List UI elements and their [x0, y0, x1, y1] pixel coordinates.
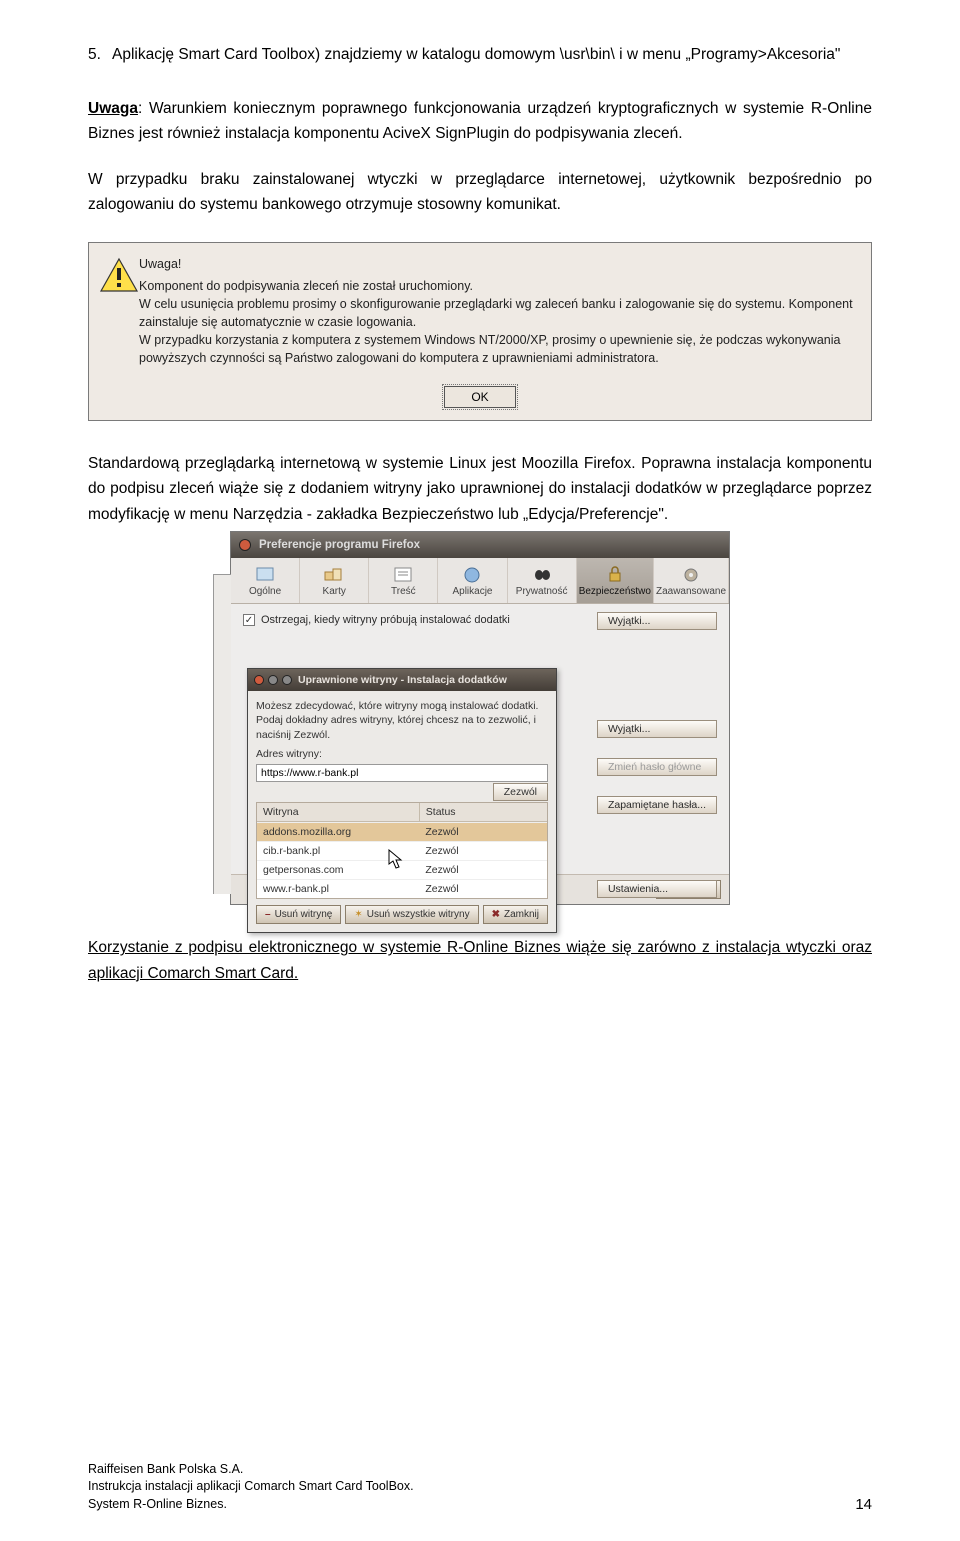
tab-label: Zaawansowane [656, 586, 726, 597]
window-close-icon[interactable] [254, 675, 264, 685]
change-password-button: Zmień hasło główne [597, 758, 717, 776]
item-text: Aplikację Smart Card Toolbox) znajdziemy… [112, 46, 840, 63]
item-number: 5. [88, 42, 112, 68]
privacy-icon [531, 564, 553, 584]
tab-label: Bezpieczeństwo [579, 586, 651, 597]
allowed-sites-title: Uprawnione witryny - Instalacja dodatków [298, 674, 507, 686]
prefs-title: Preferencje programu Firefox [259, 539, 420, 551]
button-label: Zamknij [504, 909, 539, 920]
plugin-missing-paragraph: W przypadku braku zainstalowanej wtyczki… [88, 167, 872, 218]
cursor-icon [388, 849, 404, 871]
minus-icon: – [265, 909, 271, 920]
tab-security[interactable]: Bezpieczeństwo [577, 558, 654, 603]
tab-label: Ogólne [249, 586, 281, 597]
saved-passwords-button[interactable]: Zapamiętane hasła... [597, 796, 717, 814]
window-close-icon[interactable] [239, 539, 251, 551]
exceptions-button[interactable]: Wyjątki... [597, 612, 717, 630]
remove-all-button[interactable]: ✶ Usuń wszystkie witryny [345, 905, 478, 924]
close-button[interactable]: ✖ Zamknij [483, 905, 548, 924]
uwaga-paragraph: Uwaga: Warunkiem koniecznym poprawnego f… [88, 96, 872, 147]
tab-label: Treść [391, 586, 416, 597]
warning-dialog: Uwaga! Komponent do podpisywania zleceń … [88, 242, 872, 421]
warn-install-label: Ostrzegaj, kiedy witryny próbują instalo… [261, 614, 510, 626]
prefs-titlebar: Preferencje programu Firefox [231, 532, 729, 558]
dialog-line: Komponent do podpisywania zleceń nie zos… [139, 277, 855, 295]
general-icon [254, 564, 276, 584]
table-row[interactable]: www.r-bank.plZezwól [257, 879, 547, 898]
warn-install-checkbox[interactable] [243, 614, 255, 626]
tab-applications[interactable]: Aplikacje [438, 558, 507, 603]
window-min-icon[interactable] [268, 675, 278, 685]
exceptions-button-2[interactable]: Wyjątki... [597, 720, 717, 738]
tab-label: Aplikacje [452, 586, 492, 597]
settings-button[interactable]: Ustawienia... [597, 880, 717, 898]
address-label: Adres witryny: [256, 748, 548, 760]
button-label: Usuń witrynę [275, 909, 333, 920]
tab-content[interactable]: Treść [369, 558, 438, 603]
allowed-sites-desc: Możesz zdecydować, które witryny mogą in… [256, 699, 548, 742]
cell-site: www.r-bank.pl [257, 880, 419, 898]
content-icon [392, 564, 414, 584]
lock-icon [604, 564, 626, 584]
ok-button[interactable]: OK [444, 386, 515, 408]
allowed-sites-titlebar: Uprawnione witryny - Instalacja dodatków [248, 669, 556, 691]
dialog-title: Uwaga! [139, 255, 855, 273]
button-label: Usuń wszystkie witryny [367, 909, 470, 920]
background-window-sliver [213, 574, 231, 894]
sweep-icon: ✶ [354, 909, 362, 920]
site-address-input[interactable] [256, 764, 548, 782]
footer-line: Raiffeisen Bank Polska S.A. [88, 1461, 414, 1479]
cell-status: Zezwól [419, 823, 547, 841]
cell-site: addons.mozilla.org [257, 823, 419, 841]
numbered-item: 5.Aplikację Smart Card Toolbox) znajdzie… [88, 42, 872, 68]
uwaga-text: : Warunkiem koniecznym poprawnego funkcj… [88, 100, 872, 143]
closing-paragraph: Korzystanie z podpisu elektronicznego w … [88, 935, 872, 986]
browser-paragraph: Standardową przeglądarką internetową w s… [88, 451, 872, 528]
table-row[interactable]: addons.mozilla.orgZezwól [257, 822, 547, 841]
dialog-line: W celu usunięcia problemu prosimy o skon… [139, 295, 855, 331]
cell-status: Zezwól [419, 880, 547, 898]
cell-status: Zezwól [419, 842, 547, 860]
tab-advanced[interactable]: Zaawansowane [654, 558, 729, 603]
cell-status: Zezwól [419, 861, 547, 879]
page-number: 14 [855, 1496, 872, 1513]
col-status[interactable]: Status [420, 803, 547, 821]
close-icon: ✖ [492, 909, 500, 920]
prefs-tabs: Ogólne Karty Treść Aplikacje Prywatność … [231, 558, 729, 604]
tab-label: Karty [323, 586, 346, 597]
tab-tabs[interactable]: Karty [300, 558, 369, 603]
footer-line: System R-Online Biznes. [88, 1496, 414, 1514]
applications-icon [461, 564, 483, 584]
dialog-text: Uwaga! Komponent do podpisywania zleceń … [139, 255, 855, 368]
window-max-icon[interactable] [282, 675, 292, 685]
uwaga-label: Uwaga [88, 100, 138, 117]
tab-label: Prywatność [516, 586, 568, 597]
page-footer: Raiffeisen Bank Polska S.A. Instrukcja i… [88, 1461, 872, 1514]
gear-icon [680, 564, 702, 584]
allowed-sites-dialog: Uprawnione witryny - Instalacja dodatków… [247, 668, 557, 933]
tabs-icon [323, 564, 345, 584]
footer-line: Instrukcja instalacji aplikacji Comarch … [88, 1478, 414, 1496]
remove-site-button[interactable]: –Usuń witrynę [256, 905, 341, 924]
tab-privacy[interactable]: Prywatność [508, 558, 577, 603]
dialog-line: W przypadku korzystania z komputera z sy… [139, 331, 855, 367]
col-site[interactable]: Witryna [257, 803, 420, 821]
firefox-preferences-window: Preferencje programu Firefox Ogólne Kart… [230, 531, 730, 905]
warning-icon [99, 255, 139, 295]
tab-general[interactable]: Ogólne [231, 558, 300, 603]
allow-button[interactable]: Zezwól [493, 783, 548, 801]
